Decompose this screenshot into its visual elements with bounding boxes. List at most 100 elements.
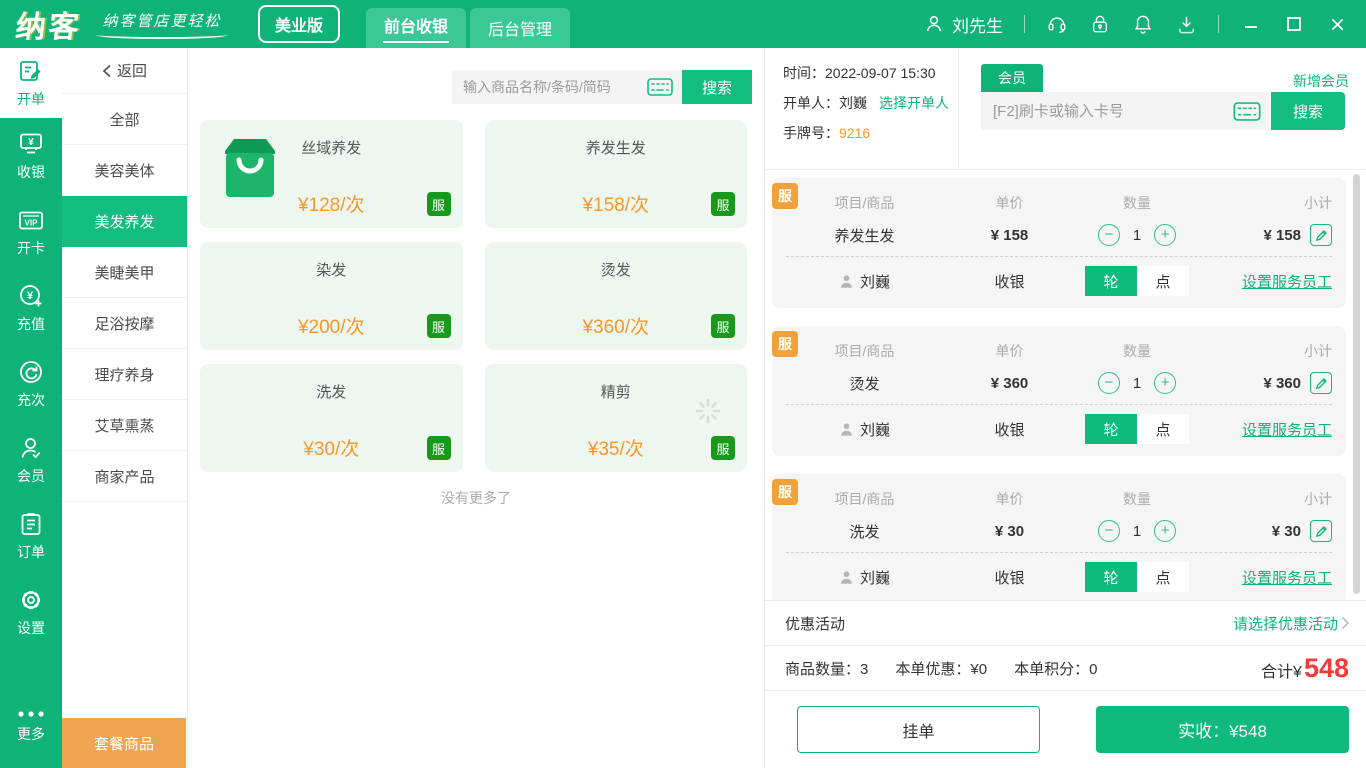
- category-item-moxibustion[interactable]: 艾草熏蒸: [62, 400, 187, 451]
- sidebar-item-refill-times[interactable]: 充次: [0, 346, 62, 422]
- user-account[interactable]: 刘先生: [923, 12, 1003, 37]
- edit-price-icon[interactable]: [1310, 372, 1332, 394]
- product-search-button[interactable]: 搜索: [682, 70, 752, 104]
- dashed-divider: [786, 552, 1332, 553]
- cart-item: 服 项目/商品 单价 数量 小计 养发生发 ¥ 158 − 1 + ¥ 158: [772, 178, 1346, 308]
- category-item-beauty-body[interactable]: 美容美体: [62, 145, 187, 196]
- product-card-hair-dye[interactable]: 染发 ¥200/次 服: [200, 242, 463, 350]
- window-minimize-icon[interactable]: [1240, 13, 1262, 35]
- set-staff-link[interactable]: 设置服务员工: [1242, 422, 1332, 439]
- toggle-rotate[interactable]: 轮: [1085, 562, 1137, 592]
- quantity-increase-button[interactable]: +: [1154, 520, 1176, 542]
- window-close-icon[interactable]: [1326, 13, 1348, 35]
- product-search-input[interactable]: [463, 79, 647, 95]
- category-item-merchant-products[interactable]: 商家产品: [62, 451, 187, 502]
- quantity-value: 1: [1133, 523, 1141, 540]
- set-staff-link[interactable]: 设置服务员工: [1242, 274, 1332, 291]
- quantity-increase-button[interactable]: +: [1154, 372, 1176, 394]
- category-item-physiotherapy[interactable]: 理疗养身: [62, 349, 187, 400]
- divider: [1218, 15, 1219, 33]
- keyboard-icon[interactable]: [647, 78, 673, 96]
- download-icon[interactable]: [1175, 13, 1197, 35]
- window-maximize-icon[interactable]: [1283, 13, 1305, 35]
- order-info: 时间： 2022-09-07 15:30 开单人： 刘巍 选择开单人 手牌号： …: [765, 48, 959, 169]
- tab-back-management[interactable]: 后台管理: [470, 8, 570, 48]
- cart-scrollbar[interactable]: [1353, 174, 1360, 594]
- quantity-decrease-button[interactable]: −: [1098, 372, 1120, 394]
- hold-order-button[interactable]: 挂单: [797, 706, 1040, 753]
- sidebar-item-recharge[interactable]: ¥ 充值: [0, 270, 62, 346]
- category-item-lash-nail[interactable]: 美睫美甲: [62, 247, 187, 298]
- headset-icon[interactable]: [1046, 13, 1068, 35]
- package-products-button[interactable]: 套餐商品: [62, 718, 186, 768]
- sidebar-item-open-card[interactable]: VIP 开卡: [0, 194, 62, 270]
- operator-value: 刘巍: [839, 93, 867, 113]
- quantity-value: 1: [1133, 227, 1141, 244]
- toggle-rotate[interactable]: 轮: [1085, 414, 1137, 444]
- edit-price-icon[interactable]: [1310, 520, 1332, 542]
- category-item-foot-massage[interactable]: 足浴按摩: [62, 298, 187, 349]
- sidebar-item-cashier[interactable]: ¥ 收银: [0, 118, 62, 194]
- sidebar-item-open-bill[interactable]: 开单: [0, 48, 62, 118]
- quantity-value: 1: [1133, 375, 1141, 392]
- topbar-right: 刘先生: [923, 12, 1366, 37]
- product-card-siyu-hair-care[interactable]: 丝域养发 ¥128/次 服: [200, 120, 463, 228]
- product-card-shampoo[interactable]: 洗发 ¥30/次 服: [200, 364, 463, 472]
- quantity-decrease-button[interactable]: −: [1098, 224, 1120, 246]
- slogan-underline: [96, 31, 228, 39]
- select-operator-link[interactable]: 选择开单人: [879, 93, 949, 113]
- recharge-icon: ¥: [18, 283, 44, 309]
- category-item-all[interactable]: 全部: [62, 94, 187, 145]
- sidebar-item-member[interactable]: 会员: [0, 422, 62, 498]
- tab-front-cashier[interactable]: 前台收银: [366, 8, 466, 48]
- product-card-hair-growth[interactable]: 养发生发 ¥158/次 服: [485, 120, 748, 228]
- set-staff-link[interactable]: 设置服务员工: [1242, 570, 1332, 587]
- divider: [1024, 15, 1025, 33]
- product-card-perm[interactable]: 烫发 ¥360/次 服: [485, 242, 748, 350]
- cart-columns: 项目/商品 单价 数量 小计: [772, 474, 1346, 509]
- item-name: 洗发: [772, 521, 957, 542]
- lock-icon[interactable]: [1089, 13, 1111, 35]
- slogan: 纳客管店更轻松: [96, 10, 228, 39]
- points-value: 0: [1089, 661, 1097, 678]
- keyboard-icon[interactable]: [1233, 102, 1261, 121]
- add-member-link[interactable]: 新增会员: [1293, 71, 1349, 91]
- promo-label: 优惠活动: [785, 613, 845, 634]
- order-icon: [18, 511, 44, 537]
- sidebar-item-more[interactable]: 更多: [0, 688, 62, 764]
- gear-icon: [18, 587, 44, 613]
- member-search-button[interactable]: 搜索: [1271, 92, 1345, 130]
- more-dots-icon: [16, 709, 46, 719]
- pay-button[interactable]: 实收：¥548: [1096, 706, 1349, 753]
- svg-text:VIP: VIP: [25, 218, 39, 227]
- product-search-row: 搜索: [188, 48, 764, 104]
- quantity-label: 商品数量：: [785, 661, 860, 678]
- sidebar-item-settings[interactable]: 设置: [0, 574, 62, 650]
- quantity-decrease-button[interactable]: −: [1098, 520, 1120, 542]
- member-card-box: [981, 92, 1271, 130]
- bell-icon[interactable]: [1132, 13, 1154, 35]
- category-item-hair-care[interactable]: 美发养发: [62, 196, 187, 247]
- quantity-increase-button[interactable]: +: [1154, 224, 1176, 246]
- member-card-input[interactable]: [993, 103, 1233, 120]
- refill-times-icon: [18, 359, 44, 385]
- toggle-assign[interactable]: 点: [1137, 562, 1189, 592]
- member-section: 会员 新增会员 搜索: [959, 48, 1366, 169]
- select-promo-link[interactable]: 请选择优惠活动: [1233, 613, 1338, 634]
- product-card-precision-cut[interactable]: 精剪 ¥35/次 服: [485, 364, 748, 472]
- bill-icon: [18, 58, 44, 84]
- order-header: 时间： 2022-09-07 15:30 开单人： 刘巍 选择开单人 手牌号： …: [765, 48, 1366, 170]
- staff-person-icon: [839, 422, 854, 437]
- service-badge: 服: [427, 314, 451, 338]
- toggle-assign[interactable]: 点: [1137, 266, 1189, 296]
- toggle-rotate[interactable]: 轮: [1085, 266, 1137, 296]
- member-tab[interactable]: 会员: [981, 64, 1043, 92]
- sidebar-item-orders[interactable]: 订单: [0, 498, 62, 574]
- back-button[interactable]: 返回: [62, 48, 187, 94]
- staff-person-icon: [839, 570, 854, 585]
- loading-spinner-icon: [695, 398, 721, 424]
- time-label: 时间：: [783, 63, 825, 83]
- edit-price-icon[interactable]: [1310, 224, 1332, 246]
- toggle-assign[interactable]: 点: [1137, 414, 1189, 444]
- discount-value: ¥0: [970, 661, 987, 678]
